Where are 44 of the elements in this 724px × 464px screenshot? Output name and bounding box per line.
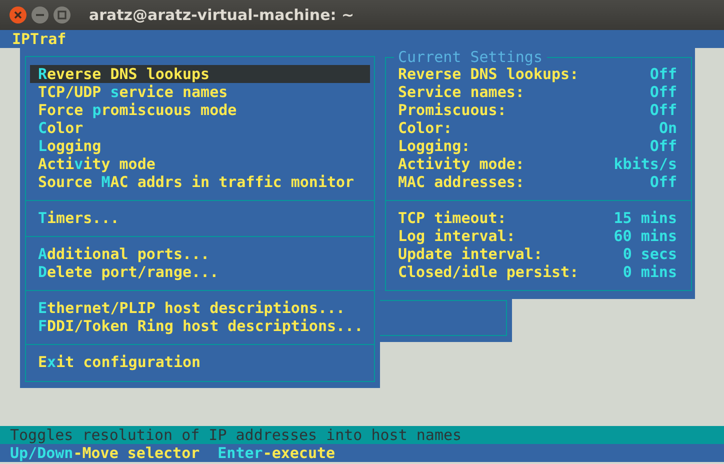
- setting-label: Closed/idle persist:: [398, 263, 579, 281]
- setting-label: Color:: [398, 119, 452, 137]
- status-text: Toggles resolution of IP addresses into host names: [10, 426, 462, 444]
- setting-value: On: [658, 119, 677, 137]
- app-title: IPTraf: [12, 30, 66, 48]
- menu-item[interactable]: Source MAC addrs in traffic monitor: [30, 173, 370, 191]
- setting-label: Log interval:: [398, 227, 516, 245]
- close-icon[interactable]: [9, 6, 27, 24]
- setting-value: Off: [650, 101, 677, 119]
- setting-value: Off: [650, 137, 677, 155]
- menu-item[interactable]: Timers...: [30, 209, 370, 227]
- menu-item[interactable]: Activity mode: [30, 155, 370, 173]
- setting-value: 0 secs: [622, 245, 677, 263]
- maximize-icon[interactable]: [53, 6, 71, 24]
- minimize-icon[interactable]: [31, 6, 49, 24]
- setting-value: Off: [650, 83, 677, 101]
- setting-label: Service names:: [398, 83, 524, 101]
- setting-value: kbits/s: [614, 155, 677, 173]
- menu-item[interactable]: FDDI/Token Ring host descriptions...: [30, 317, 370, 335]
- menu-item[interactable]: Additional ports...: [30, 245, 370, 263]
- menu-item[interactable]: Reverse DNS lookups: [30, 65, 370, 83]
- setting-label: Reverse DNS lookups:: [398, 65, 579, 83]
- key-hint: Up/Down-Move selector: [10, 444, 200, 462]
- setting-label: MAC addresses:: [398, 173, 524, 191]
- menu-item[interactable]: Exit configuration: [30, 353, 370, 371]
- menu-item[interactable]: Logging: [30, 137, 370, 155]
- setting-value: 15 mins: [614, 209, 677, 227]
- window-title: aratz@aratz-virtual-machine: ~: [89, 6, 354, 24]
- key-hint: Enter-execute: [218, 444, 336, 462]
- setting-value: 60 mins: [614, 227, 677, 245]
- setting-value: 0 mins: [622, 263, 677, 281]
- setting-label: TCP timeout:: [398, 209, 506, 227]
- setting-label: Activity mode:: [398, 155, 524, 173]
- menu-item[interactable]: Ethernet/PLIP host descriptions...: [30, 299, 370, 317]
- setting-label: Promiscuous:: [398, 101, 506, 119]
- setting-label: Logging:: [398, 137, 470, 155]
- menu-item[interactable]: Force promiscuous mode: [30, 101, 370, 119]
- setting-value: Off: [650, 65, 677, 83]
- setting-label: Update interval:: [398, 245, 542, 263]
- settings-title: Current Settings: [394, 48, 546, 66]
- menu-item[interactable]: Color: [30, 119, 370, 137]
- menu-item[interactable]: TCP/UDP service names: [30, 83, 370, 101]
- menu-item[interactable]: Delete port/range...: [30, 263, 370, 281]
- setting-value: Off: [650, 173, 677, 191]
